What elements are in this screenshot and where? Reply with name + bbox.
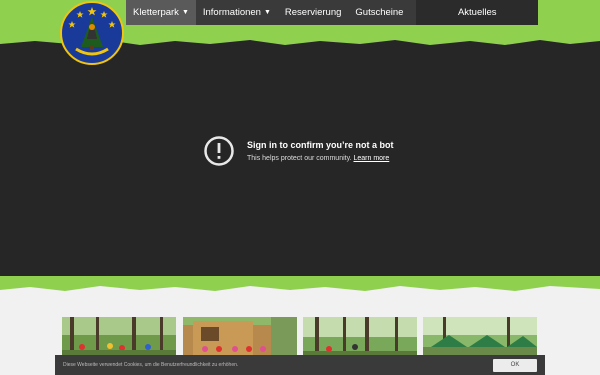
gallery-thumb-3[interactable]: [303, 317, 417, 359]
logo-graphic: [68, 7, 116, 56]
nav-item-label: Reservierung: [284, 7, 342, 18]
forest-climbing-photo: [303, 317, 417, 359]
nav-item-aktuelles[interactable]: Aktuelles: [416, 0, 538, 25]
nav-item-label: Informationen: [202, 7, 261, 18]
cookie-banner: Diese Webseite verwendet Cookies, um die…: [55, 355, 545, 375]
cookie-text: Diese Webseite verwendet Cookies, um die…: [63, 362, 239, 368]
nav-item-gutscheine[interactable]: Gutscheine: [348, 0, 410, 25]
gallery-thumb-1[interactable]: [62, 317, 176, 359]
nav-item-label: Aktuelles: [457, 7, 497, 18]
gallery-thumb-2[interactable]: [183, 317, 297, 359]
torn-edge-bottom: [0, 286, 600, 298]
tents-photo: [423, 317, 537, 359]
nav-item-label: Kletterpark: [133, 7, 179, 18]
nav-item-kletterpark[interactable]: Kletterpark ▼: [126, 0, 196, 25]
bot-check-title: Sign in to confirm you’re not a bot: [247, 139, 394, 150]
bot-check-subtitle-text: This helps protect our community.: [247, 154, 352, 162]
bot-check-subtitle: This helps protect our community. Learn …: [247, 153, 394, 164]
nav-item-informationen[interactable]: Informationen ▼: [196, 0, 278, 25]
learn-more-link[interactable]: Learn more: [353, 155, 389, 162]
kletterwald-logo[interactable]: [60, 1, 124, 65]
bot-check-notice: Sign in to confirm you’re not a bot This…: [203, 135, 394, 167]
chevron-down-icon: ▼: [263, 9, 271, 16]
alert-circle-icon: [204, 136, 234, 166]
gallery-thumb-4[interactable]: [423, 317, 537, 359]
chevron-down-icon: ▼: [181, 9, 189, 16]
nav-item-label: Gutscheine: [355, 7, 404, 18]
main-nav: Kletterpark ▼ Informationen ▼ Reservieru…: [126, 0, 538, 25]
nav-item-reservierung[interactable]: Reservierung: [278, 0, 349, 25]
wooden-hut-photo: [183, 317, 297, 359]
forest-group-photo: [62, 317, 176, 359]
cookie-ok-button[interactable]: OK: [493, 358, 537, 372]
